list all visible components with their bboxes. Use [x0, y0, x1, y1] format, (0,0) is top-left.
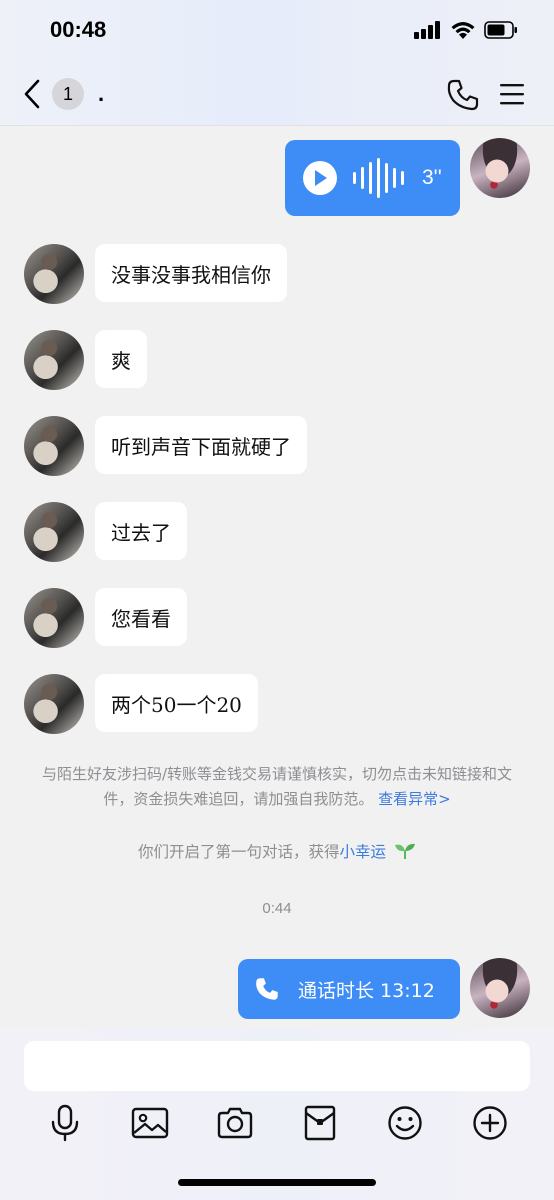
message-bubble[interactable]: 您看看	[95, 588, 187, 646]
conversation-start-text: 你们开启了第一句对话，获得	[138, 843, 340, 861]
top-bar: 00:48 1 .	[0, 0, 554, 126]
call-record-message[interactable]: 通话时长 13:12	[238, 959, 460, 1019]
input-toolbar	[0, 1103, 554, 1147]
contact-avatar[interactable]	[24, 674, 84, 734]
my-avatar[interactable]	[470, 138, 530, 198]
back-icon	[24, 79, 40, 109]
emoji-icon	[388, 1106, 422, 1140]
safety-notice: 与陌生好友涉扫码/转账等金钱交易请谨慎核实，切勿点击未知链接和文件，资金损失难追…	[28, 762, 526, 812]
message-input[interactable]	[24, 1041, 530, 1091]
plus-icon	[473, 1106, 507, 1140]
battery-icon	[484, 21, 517, 39]
contact-avatar[interactable]	[24, 416, 84, 476]
message-bubble[interactable]: 没事没事我相信你	[95, 244, 287, 302]
chat-title: .	[98, 81, 105, 106]
message-bubble[interactable]: 爽	[95, 330, 147, 388]
phone-icon	[256, 978, 278, 1000]
conversation-start-notice: 你们开启了第一句对话，获得小幸运	[0, 840, 554, 864]
timestamp: 0:44	[262, 900, 292, 917]
menu-button[interactable]	[498, 80, 526, 108]
home-indicator	[178, 1179, 376, 1186]
input-area	[0, 1028, 554, 1200]
message-bubble[interactable]: 两个50一个20	[95, 674, 258, 732]
image-button[interactable]	[130, 1103, 170, 1143]
camera-button[interactable]	[215, 1103, 255, 1143]
leaf-icon	[394, 843, 415, 859]
mic-icon	[51, 1104, 79, 1142]
signal-icon	[414, 21, 440, 39]
status-icons	[414, 20, 518, 40]
play-icon	[315, 170, 327, 186]
emoji-button[interactable]	[385, 1103, 425, 1143]
call-duration-label: 通话时长 13:12	[298, 979, 435, 1002]
voice-input-button[interactable]	[45, 1103, 85, 1143]
contact-avatar[interactable]	[24, 330, 84, 390]
voice-duration: 3''	[422, 166, 442, 189]
contact-avatar[interactable]	[24, 244, 84, 304]
gift-icon	[304, 1105, 336, 1141]
my-avatar[interactable]	[470, 958, 530, 1018]
phone-icon	[447, 79, 479, 111]
play-button[interactable]	[303, 161, 337, 195]
menu-icon	[500, 84, 524, 105]
status-time: 00:48	[50, 17, 107, 42]
image-icon	[131, 1107, 169, 1139]
view-abnormal-link[interactable]: 查看异常>	[378, 790, 451, 808]
message-bubble[interactable]: 听到声音下面就硬了	[95, 416, 307, 474]
waveform-icon	[353, 158, 404, 198]
camera-icon	[217, 1107, 253, 1139]
voice-message[interactable]: 3''	[285, 140, 460, 216]
call-button[interactable]	[446, 78, 480, 112]
wifi-icon	[451, 22, 475, 39]
more-button[interactable]	[470, 1103, 510, 1143]
message-bubble[interactable]: 过去了	[95, 502, 187, 560]
red-packet-button[interactable]	[300, 1103, 340, 1143]
contact-avatar[interactable]	[24, 502, 84, 562]
back-button[interactable]	[18, 76, 46, 112]
contact-avatar[interactable]	[24, 588, 84, 648]
unread-badge[interactable]: 1	[52, 78, 84, 110]
lucky-link[interactable]: 小幸运	[340, 843, 387, 861]
